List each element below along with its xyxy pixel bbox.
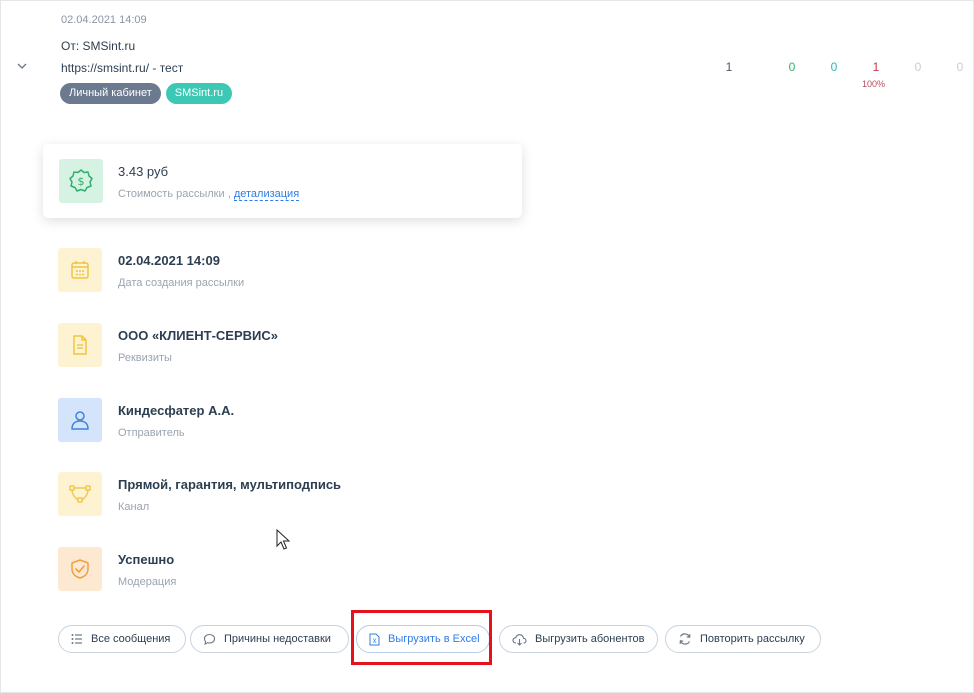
calendar-icon [58, 248, 102, 292]
sender-name: Киндесфатер А.А. [118, 403, 235, 418]
export-subscribers-label: Выгрузить абонентов [535, 633, 645, 645]
stat-failed: 1 [872, 60, 880, 74]
delivery-reasons-button[interactable]: Причины недоставки [190, 625, 349, 653]
stat-total: 1 [725, 60, 733, 74]
created-label: Дата создания рассылки [118, 277, 245, 289]
detail-link[interactable]: детализация [233, 188, 300, 201]
moderation-status: Успешно [118, 552, 175, 567]
export-subscribers-button[interactable]: Выгрузить абонентов [499, 625, 658, 653]
stat-delivered: 0 [788, 60, 796, 74]
all-messages-button[interactable]: Все сообщения [58, 625, 186, 653]
requisites-label: Реквизиты [118, 352, 172, 364]
document-icon [58, 323, 102, 367]
stat-other-1: 0 [914, 60, 922, 74]
cost-label-text: Стоимость рассылки , [118, 188, 231, 200]
chevron-down-icon[interactable] [16, 60, 28, 72]
repeat-mailing-label: Повторить рассылку [700, 633, 805, 645]
campaign-sender: От: SMSint.ru [61, 39, 136, 53]
shield-check-icon [58, 547, 102, 591]
cost-card: $ 3.43 руб Стоимость рассылки , детализа… [43, 144, 522, 218]
list-icon [71, 634, 82, 644]
user-icon [58, 398, 102, 442]
excel-highlight-frame [351, 610, 492, 665]
stat-failed-percent: 100% [862, 79, 886, 89]
cloud-download-icon [512, 633, 527, 646]
repeat-mailing-button[interactable]: Повторить рассылку [665, 625, 821, 653]
chat-bubble-icon [203, 633, 216, 645]
tag-smsint[interactable]: SMSint.ru [165, 83, 233, 104]
stat-pending: 0 [830, 60, 838, 74]
channel-value: Прямой, гарантия, мультиподпись [118, 477, 342, 492]
created-date: 02.04.2021 14:09 [118, 253, 220, 268]
sender-label: Отправитель [118, 427, 185, 439]
svg-text:$: $ [78, 175, 85, 188]
channel-label: Канал [118, 501, 150, 513]
refresh-icon [679, 633, 691, 645]
campaign-date: 02.04.2021 14:09 [61, 14, 147, 26]
stat-other-2: 0 [956, 60, 964, 74]
vector-path-icon [58, 472, 102, 516]
requisites-company: ООО «КЛИЕНТ-СЕРВИС» [118, 328, 278, 343]
cost-label: Стоимость рассылки , детализация [118, 188, 300, 201]
delivery-reasons-label: Причины недоставки [224, 633, 331, 645]
tag-personal-account[interactable]: Личный кабинет [60, 83, 161, 104]
all-messages-label: Все сообщения [91, 633, 171, 645]
moderation-label: Модерация [118, 576, 177, 588]
campaign-tags: Личный кабинет SMSint.ru [60, 83, 233, 104]
mouse-cursor-icon [276, 529, 291, 550]
campaign-url: https://smsint.ru/ - тест [61, 61, 184, 75]
money-badge-icon: $ [59, 159, 103, 203]
cost-amount: 3.43 руб [118, 164, 169, 179]
